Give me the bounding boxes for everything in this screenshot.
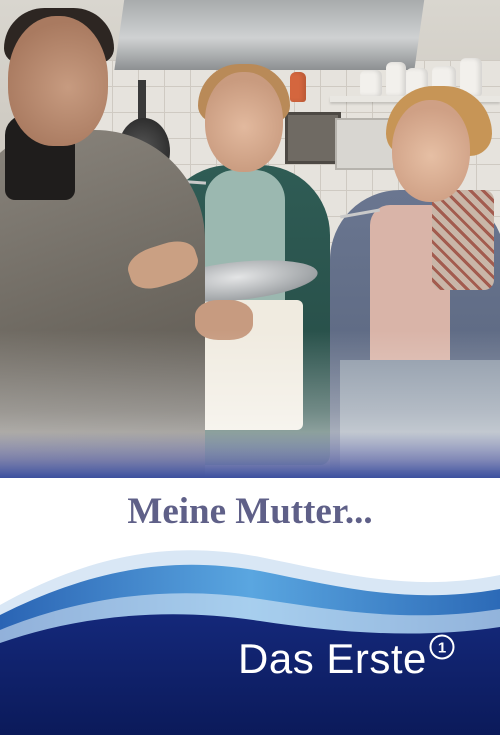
poster-title: Meine Mutter... — [127, 491, 373, 532]
poster-photo — [0, 0, 500, 478]
broadcaster-logo: Das Erste 1 — [238, 634, 455, 682]
broadcaster-name: Das Erste — [238, 635, 427, 682]
woman-center-face — [205, 72, 283, 172]
oven — [285, 112, 341, 164]
ard-one-glyph: 1 — [438, 640, 446, 657]
photo-blue-band — [0, 432, 500, 478]
jar — [360, 70, 382, 96]
man-face — [8, 16, 108, 146]
poster: Meine Mutter... Das Erste 1 — [0, 0, 500, 735]
extractor-hood — [114, 0, 426, 70]
pan-handle — [138, 80, 146, 122]
jar — [290, 72, 306, 102]
jar — [386, 62, 406, 96]
ard-one-logo-icon: 1 — [429, 634, 455, 660]
woman-right-scarf — [432, 190, 494, 290]
woman-right-face — [392, 100, 470, 202]
